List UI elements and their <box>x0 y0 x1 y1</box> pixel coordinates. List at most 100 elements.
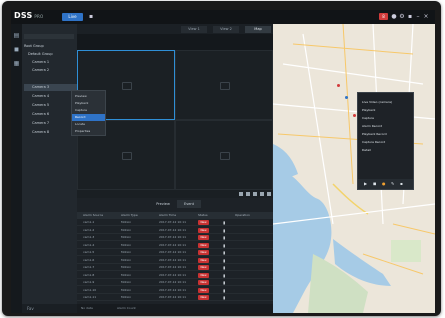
operation-icon[interactable]: ▮ <box>223 258 227 263</box>
alarm-source: cam1-7 <box>83 265 95 269</box>
operation-icon[interactable]: ▮ <box>223 295 227 300</box>
status-badge: New <box>198 242 209 248</box>
popup-item[interactable]: Live Video (camera) <box>362 99 392 105</box>
camera-placeholder-icon <box>122 82 132 90</box>
table-row[interactable]: cam1-1 Motion 2017-07-12 10:11 New ▮ <box>77 219 273 226</box>
alarm-type: Motion <box>121 220 132 224</box>
menu-item-playback[interactable]: Playback <box>72 100 105 107</box>
menu-item-properties[interactable]: Properties <box>72 128 105 135</box>
status-badge: New <box>198 295 209 300</box>
layout-1-icon[interactable] <box>239 192 243 196</box>
popup-item[interactable]: Capture Record <box>362 139 385 145</box>
tab-map[interactable]: Map <box>245 26 271 33</box>
status-badge: New <box>198 272 209 278</box>
tree-item[interactable]: Camera 4 <box>24 93 49 100</box>
table-row[interactable]: cam1-5 Motion 2017-07-12 10:11 New ▮ <box>77 249 273 256</box>
table-row[interactable]: cam1-8 Motion 2017-07-12 10:11 New ▮ <box>77 272 273 279</box>
popup-item[interactable]: Capture <box>362 115 374 121</box>
alarm-icon[interactable]: ● <box>382 182 386 186</box>
popup-toolbar: ▶ ◼ ● ✎ ▪ <box>358 179 413 189</box>
alarm-type: Motion <box>121 227 132 232</box>
tree-item[interactable]: Camera 5 <box>24 102 49 109</box>
device-tree: Root Group Default Group Camera 1 Camera… <box>22 24 84 313</box>
delete-icon[interactable]: ▪ <box>400 182 404 186</box>
tree-item[interactable]: Camera 7 <box>24 120 49 127</box>
context-menu: Preview Playback Capture Record Locate P… <box>71 90 106 136</box>
play-icon[interactable]: ▶ <box>364 182 368 186</box>
fullscreen-icon[interactable] <box>260 192 264 196</box>
table-row[interactable]: cam1-4 Motion 2017-07-12 10:11 New ▮ <box>77 242 273 249</box>
settings-icon[interactable] <box>267 192 271 196</box>
menu-item-locate[interactable]: Locate <box>72 121 105 128</box>
search-input[interactable] <box>24 34 74 39</box>
operation-icon[interactable]: ▮ <box>223 273 227 278</box>
tree-item[interactable]: Camera 6 <box>24 111 49 118</box>
tree-item[interactable]: Root Group <box>24 43 44 50</box>
operation-icon[interactable]: ▮ <box>223 235 227 240</box>
popup-item[interactable]: Playback <box>362 107 375 113</box>
video-controls <box>77 190 273 198</box>
alarm-type: Motion <box>121 287 132 292</box>
edit-icon[interactable]: ✎ <box>391 182 395 186</box>
tab-view-1[interactable]: View 1 <box>181 26 207 33</box>
operation-icon[interactable]: ▮ <box>223 243 227 248</box>
operation-icon[interactable]: ▮ <box>223 220 227 225</box>
device-tree-icon[interactable]: ▤ <box>13 32 20 39</box>
operation-icon[interactable]: ▮ <box>223 265 227 270</box>
alarm-time: 2017-07-12 10:11 <box>159 272 187 277</box>
tab-event[interactable]: Event <box>177 200 201 208</box>
operation-icon[interactable]: ▮ <box>223 288 227 293</box>
menu-item-capture[interactable]: Capture <box>72 107 105 114</box>
menu-item-record[interactable]: Record <box>72 114 105 121</box>
tree-item[interactable]: Camera 2 <box>24 67 49 74</box>
table-row[interactable]: cam1-11 Motion 2017-07-12 10:11 New ▮ <box>77 294 273 301</box>
tab-preview[interactable]: Preview <box>151 200 175 208</box>
video-cell-2[interactable] <box>175 50 273 120</box>
popup-item[interactable]: Alarm Record <box>362 123 382 129</box>
event-footer: No data Alarm Count <box>77 304 273 313</box>
alarm-type: Motion <box>121 265 132 269</box>
camera-icon[interactable]: ◼ <box>373 182 377 186</box>
add-tab-icon[interactable]: ▪ <box>88 14 94 20</box>
status-badge: New <box>198 280 209 285</box>
tab-live[interactable]: Live <box>62 13 83 21</box>
top-bar: DSS PRO Live ▪ 8 ● ⚙ ▪ – × <box>11 10 435 24</box>
video-area: View 1 View 2 Map <box>77 24 273 198</box>
minimize-icon[interactable]: – <box>415 14 421 20</box>
alarm-count-badge[interactable]: 8 <box>379 13 388 20</box>
lock-icon[interactable]: ▪ <box>407 14 413 20</box>
alarm-time: 2017-07-12 10:11 <box>159 280 187 284</box>
menu-item-preview[interactable]: Preview <box>72 93 105 100</box>
popup-item[interactable]: Playback Record <box>362 131 387 137</box>
map-pin[interactable] <box>345 96 348 99</box>
popup-item[interactable]: Detail <box>362 147 371 153</box>
table-row[interactable]: cam1-7 Motion 2017-07-12 10:11 New ▮ <box>77 264 273 271</box>
map-pin[interactable] <box>353 114 356 117</box>
layout-4-icon[interactable] <box>246 192 250 196</box>
operation-icon[interactable]: ▮ <box>223 280 227 285</box>
tree-item[interactable]: Default Group <box>24 51 53 58</box>
tree-item[interactable]: Camera 1 <box>24 59 49 66</box>
map-pin[interactable] <box>337 84 340 87</box>
camera-icon[interactable]: ◼ <box>13 46 20 53</box>
table-row[interactable]: cam1-6 Motion 2017-07-12 10:11 New ▮ <box>77 257 273 264</box>
user-icon[interactable]: ● <box>391 14 397 20</box>
video-cell-4[interactable] <box>175 120 273 190</box>
tree-item[interactable]: Camera 8 <box>24 129 49 136</box>
layout-9-icon[interactable] <box>253 192 257 196</box>
tab-view-2[interactable]: View 2 <box>213 26 239 33</box>
map-icon[interactable]: ▦ <box>13 60 20 67</box>
alarm-time: 2017-07-12 10:11 <box>159 265 187 269</box>
table-row[interactable]: cam1-9 Motion 2017-07-12 10:11 New ▮ <box>77 279 273 286</box>
settings-icon[interactable]: ⚙ <box>399 14 405 20</box>
close-icon[interactable]: × <box>423 14 429 20</box>
footer-status: No data <box>81 306 93 310</box>
alarm-time: 2017-07-12 10:11 <box>159 295 187 299</box>
table-row[interactable]: cam1-10 Motion 2017-07-12 10:11 New ▮ <box>77 287 273 294</box>
operation-icon[interactable]: ▮ <box>223 250 227 255</box>
table-row[interactable]: cam1-2 Motion 2017-07-12 10:11 New ▮ <box>77 227 273 234</box>
table-row[interactable]: cam1-3 Motion 2017-07-12 10:11 New ▮ <box>77 234 273 241</box>
monitor-bezel: DSS PRO Live ▪ 8 ● ⚙ ▪ – × ▤ ◼ ▦ Root Gro… <box>2 1 441 316</box>
operation-icon[interactable]: ▮ <box>223 228 227 233</box>
app-logo: DSS PRO <box>14 11 44 20</box>
